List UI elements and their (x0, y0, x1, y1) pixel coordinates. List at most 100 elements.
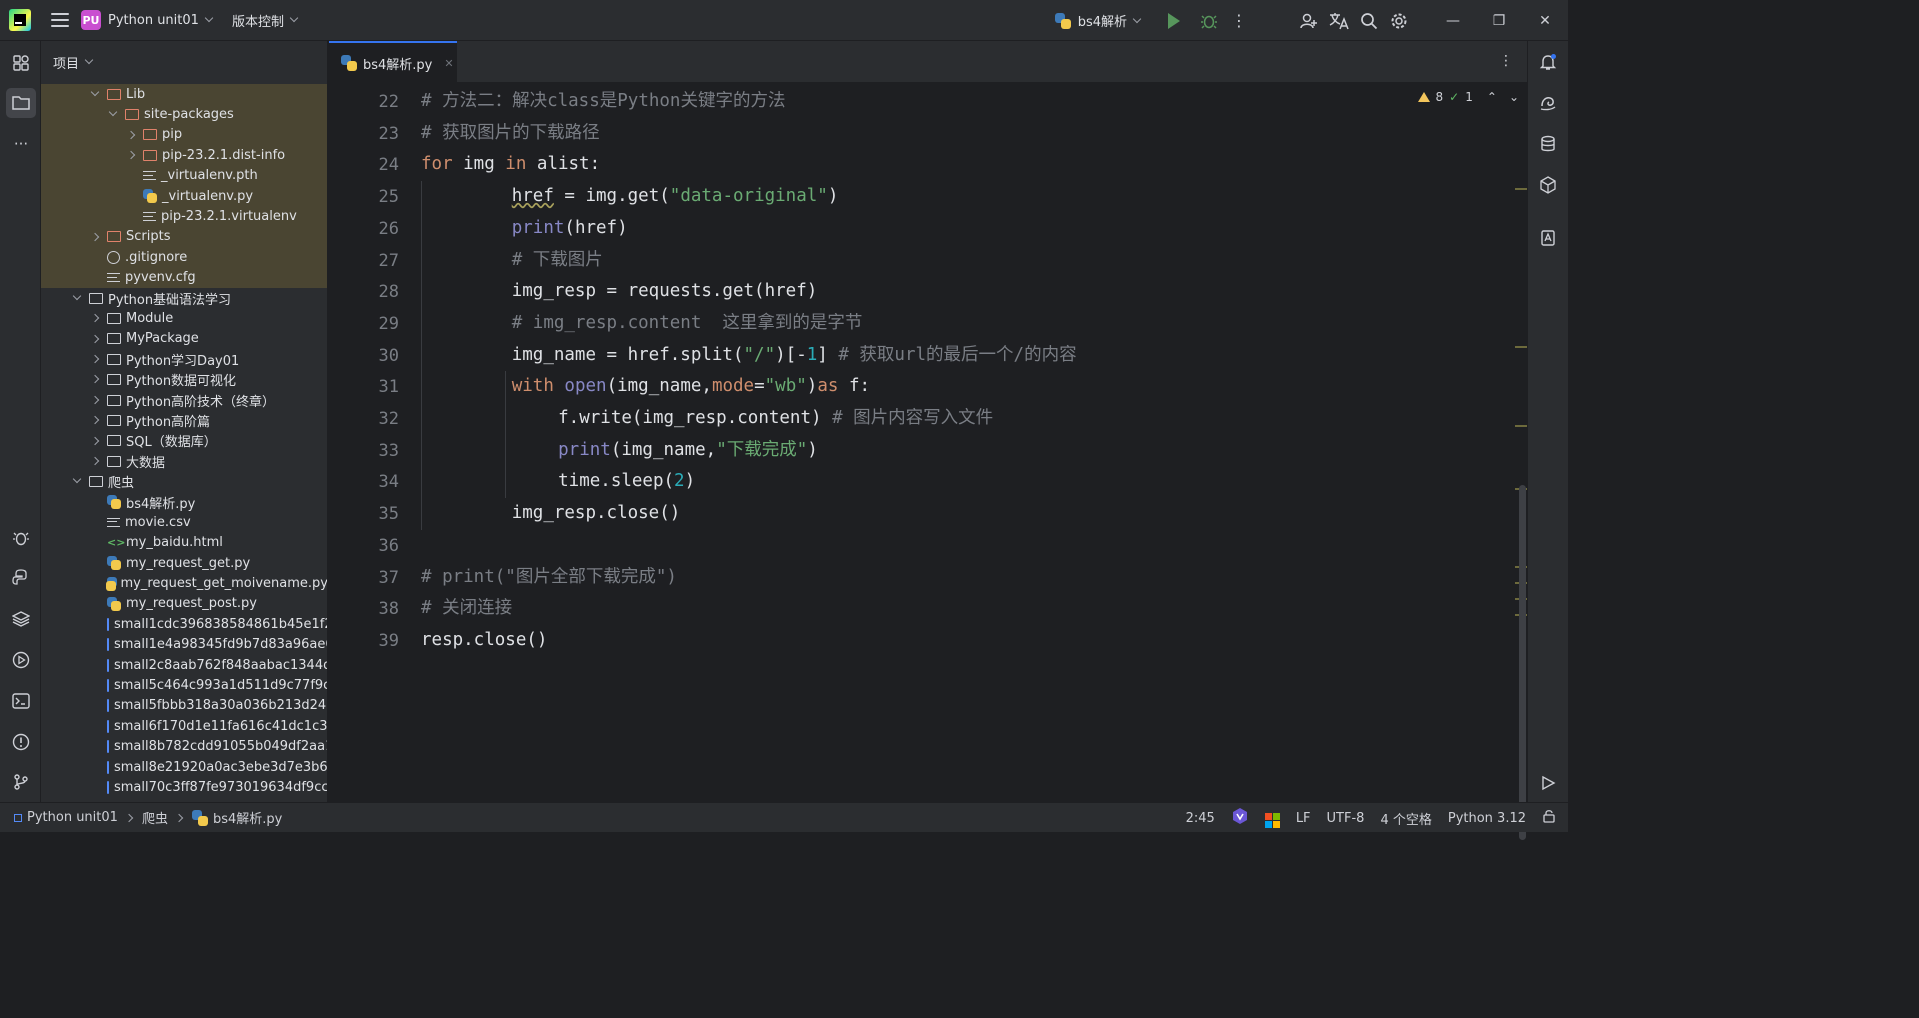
tree-item[interactable]: small5fbbb318a30a036b213d2483 (41, 696, 327, 716)
next-highlight-icon[interactable]: ⌄ (1509, 90, 1519, 104)
file-encoding[interactable]: UTF-8 (1327, 811, 1365, 826)
search-icon[interactable] (1354, 6, 1384, 36)
close-icon[interactable]: ✕ (1522, 0, 1568, 41)
settings-gear-icon[interactable] (1384, 6, 1414, 36)
tree-item[interactable]: my_request_post.py (41, 594, 327, 614)
tree-item[interactable]: small6f170d1e11fa616c41dc1c360 (41, 716, 327, 736)
tree-item[interactable]: pip-23.2.1.virtualenv (41, 206, 327, 227)
chevron-right-icon[interactable] (90, 232, 100, 241)
code-line[interactable]: img_resp = requests.get(href) (512, 276, 818, 308)
chevron-down-icon[interactable] (90, 87, 100, 97)
python-console-icon[interactable] (6, 563, 36, 593)
minimize-icon[interactable]: — (1430, 0, 1476, 41)
code-line[interactable]: # 方法二：解决class是Python关键字的方法 (421, 86, 785, 118)
inspection-widget[interactable]: 8 ✓ 1 ⌃ ⌄ (1417, 90, 1519, 104)
caret-position[interactable]: 2:45 (1186, 811, 1215, 826)
tree-item[interactable]: SQL（数据库） (41, 431, 327, 451)
code-content[interactable]: # 方法二：解决class是Python关键字的方法 # 获取图片的下载路径 for… (421, 84, 1511, 802)
tree-item[interactable]: small1e4a98345fd9b7d83a96ae69 (41, 635, 327, 655)
tree-item[interactable]: small2c8aab762f848aabac1344df2 (41, 655, 327, 675)
translate-icon[interactable] (1324, 6, 1354, 36)
tree-item[interactable]: <> my_baidu.html (41, 533, 327, 553)
layers-icon[interactable] (6, 604, 36, 634)
chevron-right-icon[interactable] (126, 150, 136, 160)
tab-options-icon[interactable]: ⋮ (1499, 53, 1513, 69)
breadcrumb-item[interactable]: 爬虫 (142, 808, 168, 827)
chevron-right-icon[interactable] (90, 354, 100, 364)
git-icon[interactable] (6, 767, 36, 797)
close-tab-icon[interactable]: ✕ (444, 57, 453, 70)
main-menu-icon[interactable] (51, 13, 69, 27)
code-line[interactable]: with open(img_name,mode="wb")as f: (512, 371, 870, 403)
tree-item[interactable]: Python数据可视化 (41, 369, 327, 389)
tree-item[interactable]: pip-23.2.1.dist-info (41, 145, 327, 166)
project-folder-icon[interactable] (6, 88, 36, 118)
editor-scrollbar[interactable] (1519, 485, 1526, 840)
documentation-icon[interactable] (1533, 223, 1563, 253)
lock-icon[interactable] (1542, 809, 1556, 827)
previous-highlight-icon[interactable]: ⌃ (1487, 90, 1497, 104)
chevron-down-icon[interactable] (72, 475, 82, 484)
chevron-right-icon[interactable] (90, 334, 100, 343)
error-stripe-mark[interactable] (1515, 188, 1527, 190)
code-line[interactable]: print(img_name,"下载完成") (558, 435, 818, 467)
tree-item[interactable]: my_request_get.py (41, 553, 327, 573)
breadcrumb-item[interactable]: Python unit01 (27, 810, 118, 825)
tree-item[interactable]: bs4解析.py (41, 492, 327, 512)
ai-status-icon[interactable] (1231, 807, 1249, 829)
chevron-down-icon[interactable] (72, 291, 82, 301)
indent-setting[interactable]: 4 个空格 (1380, 809, 1431, 828)
debug-tool-icon[interactable] (6, 523, 36, 553)
code-line[interactable]: time.sleep(2) (558, 466, 695, 498)
tree-item[interactable]: site-packages (41, 104, 327, 125)
tree-item[interactable]: Python高阶技术（终章） (41, 390, 327, 410)
breadcrumb-item[interactable]: bs4解析.py (213, 808, 282, 827)
tree-item[interactable]: .gitignore (41, 247, 327, 268)
chevron-right-icon[interactable] (90, 416, 100, 425)
tree-item[interactable]: small5c464c993a1d511d9c77f9c14 (41, 675, 327, 695)
tree-item[interactable]: small8b782cdd91055b049df2aa1b (41, 737, 327, 757)
more-tools-icon[interactable]: ··· (6, 129, 36, 159)
notifications-icon[interactable] (1533, 47, 1563, 77)
code-line[interactable]: img_name = href.split("/")[-1] # 获取url的最… (512, 340, 1077, 372)
code-line[interactable]: # print("图片全部下载完成") (421, 562, 677, 594)
ai-assistant-icon[interactable] (1533, 88, 1563, 118)
add-user-icon[interactable] (1294, 6, 1324, 36)
project-selector[interactable]: Python unit01 (108, 13, 214, 28)
restore-icon[interactable]: ❐ (1476, 0, 1522, 41)
code-line[interactable]: href = img.get("data-original") (512, 181, 839, 213)
services-icon[interactable] (6, 645, 36, 675)
tree-item[interactable]: _virtualenv.py (41, 185, 327, 207)
code-line[interactable]: f.write(img_resp.content) # 图片内容写入文件 (558, 403, 993, 435)
code-line[interactable]: # 下载图片 (512, 245, 603, 277)
code-line[interactable]: print(href) (512, 213, 628, 245)
chevron-right-icon[interactable] (90, 314, 100, 323)
debug-icon[interactable] (1194, 6, 1224, 36)
tree-item[interactable]: movie.csv (41, 512, 327, 532)
tree-item[interactable]: Scripts (41, 226, 327, 248)
tree-item[interactable]: Lib (41, 84, 327, 105)
chevron-right-icon[interactable] (90, 456, 100, 466)
tree-item[interactable]: Module (41, 308, 327, 328)
chevron-right-icon[interactable] (90, 375, 100, 384)
tree-item[interactable]: small8e21920a0ac3ebe3d7e3b626 (41, 757, 327, 777)
tree-item[interactable]: small1cdc396838584861b45e1f28 (41, 614, 327, 634)
tree-item[interactable]: Python高阶篇 (41, 410, 327, 430)
tree-item[interactable]: pyvenv.cfg (41, 267, 327, 288)
interpreter[interactable]: Python 3.12 (1448, 811, 1526, 826)
database-icon[interactable] (1533, 129, 1563, 159)
chevron-down-icon[interactable] (108, 108, 118, 117)
tree-item[interactable]: my_request_get_moivename.py (41, 573, 327, 593)
code-line[interactable]: for img in alist: (421, 149, 600, 181)
plugin-icon[interactable] (1533, 170, 1563, 200)
run-icon[interactable] (1168, 12, 1180, 29)
tree-item[interactable]: Python基础语法学习 (41, 288, 327, 308)
code-line[interactable]: # 获取图片的下载路径 (421, 118, 600, 150)
tree-item[interactable]: small70c3ff87fe973019634df9ccad (41, 777, 327, 797)
code-line[interactable]: # 关闭连接 (421, 593, 512, 625)
problems-icon[interactable] (6, 727, 36, 757)
chevron-right-icon[interactable] (126, 130, 136, 140)
chevron-right-icon[interactable] (90, 395, 100, 405)
project-panel-header[interactable]: 项目 (41, 41, 327, 83)
error-stripe-mark[interactable] (1515, 346, 1527, 348)
